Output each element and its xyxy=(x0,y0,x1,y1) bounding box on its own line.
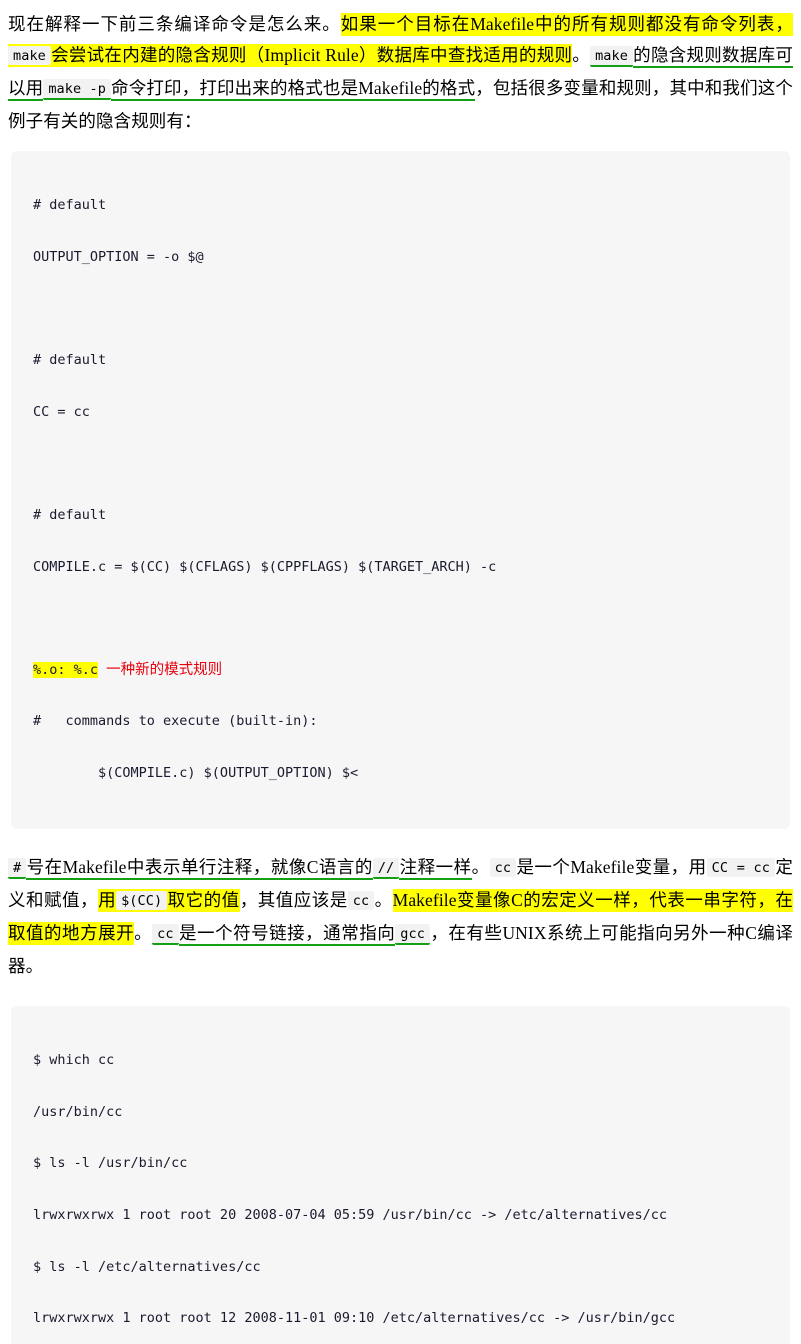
highlight-run-take-value-a: 用 xyxy=(98,888,117,912)
inline-code-cc-1: cc xyxy=(489,857,517,877)
code-line: $ ls -l /usr/bin/cc xyxy=(33,1155,188,1172)
inline-code-gcc: gcc xyxy=(395,923,430,945)
underline-run-e: 是一个符号链接，通常指向 xyxy=(178,922,396,946)
inline-code-cc-3: cc xyxy=(152,923,179,945)
inline-code-make: make xyxy=(8,46,51,65)
code-line: $ which cc xyxy=(33,1052,115,1069)
code-line-pattern-rule: %.o: %.c 一种新的模式规则 xyxy=(11,661,790,679)
underline-run-b: 命令打印，打印出来的格式也是Makefile的格式 xyxy=(110,78,476,101)
text-run-plain-2: 是一个Makefile变量，用 xyxy=(516,856,707,877)
paragraph-intro: 现在解释一下前三条编译命令是怎么来。如果一个目标在Makefile中的所有规则都… xyxy=(0,0,801,137)
text-run-period-4: 。 xyxy=(134,922,153,943)
code-highlight-pattern-rule: %.o: %.c xyxy=(33,661,99,678)
underline-run-c: 号在Makefile中表示单行注释，就像C语言的 xyxy=(26,856,373,880)
code-line: # commands to execute (built-in): xyxy=(33,713,318,730)
code-line: CC = cc xyxy=(33,403,90,420)
code-line: # default xyxy=(33,352,107,369)
code-line: # default xyxy=(33,507,107,524)
paragraph-variables: # 号在Makefile中表示单行注释，就像C语言的//注释一样。 cc 是一个Mak… xyxy=(0,852,801,982)
text-run-plain: 现在解释一下前三条编译命令是怎么来。 xyxy=(8,14,341,34)
code-line: /usr/bin/cc xyxy=(33,1103,123,1120)
text-run-period-1: 。 xyxy=(572,45,591,65)
annotation-pattern-rule: 一种新的模式规则 xyxy=(106,661,223,678)
code-line: OUTPUT_OPTION = -o $@ xyxy=(33,249,204,266)
code-line: $ ls -l /etc/alternatives/cc xyxy=(33,1258,261,1275)
underline-run-d: 注释一样 xyxy=(399,856,472,880)
code-block-shell-session: $ which cc /usr/bin/cc $ ls -l /usr/bin/… xyxy=(11,1005,790,1344)
inline-code-double-slash: // xyxy=(372,857,400,879)
code-line: lrwxrwxrwx 1 root root 20 2008-07-04 05:… xyxy=(33,1206,667,1223)
code-block-implicit-rules: # default OUTPUT_OPTION = -o $@ # defaul… xyxy=(11,151,790,829)
highlight-run-implicit-rule-lookup-a: 如果一个目标在Makefile中的所有规则都没有命令列表， xyxy=(340,13,793,36)
inline-code-make-p: make -p xyxy=(43,79,111,100)
inline-code-make-2: make xyxy=(590,46,633,67)
code-line: lrwxrwxrwx 1 root root 12 2008-11-01 09:… xyxy=(33,1310,676,1327)
document-page: 现在解释一下前三条编译命令是怎么来。如果一个目标在Makefile中的所有规则都… xyxy=(0,0,801,1344)
code-line: $(COMPILE.c) $(OUTPUT_OPTION) $< xyxy=(33,765,359,782)
text-run-period-2: 。 xyxy=(471,856,490,877)
inline-code-cc-assign: CC = cc xyxy=(706,857,776,877)
code-line: COMPILE.c = $(CC) $(CFLAGS) $(CPPFLAGS) … xyxy=(33,558,497,575)
code-line: # default xyxy=(33,197,107,214)
inline-code-cc-expand: $(CC) xyxy=(116,890,168,910)
inline-code-cc-2: cc xyxy=(347,890,375,910)
text-run-period-3: 。 xyxy=(374,889,393,910)
highlight-run-take-value-b: 取它的值 xyxy=(167,888,240,912)
highlight-run-implicit-rule-lookup-b: 会尝试在内建的隐含规则（Implicit Rule）数据库中查找适用的规则 xyxy=(50,44,573,67)
inline-code-hash: # xyxy=(8,857,27,879)
text-run-plain-4: ，其值应该是 xyxy=(239,889,348,910)
